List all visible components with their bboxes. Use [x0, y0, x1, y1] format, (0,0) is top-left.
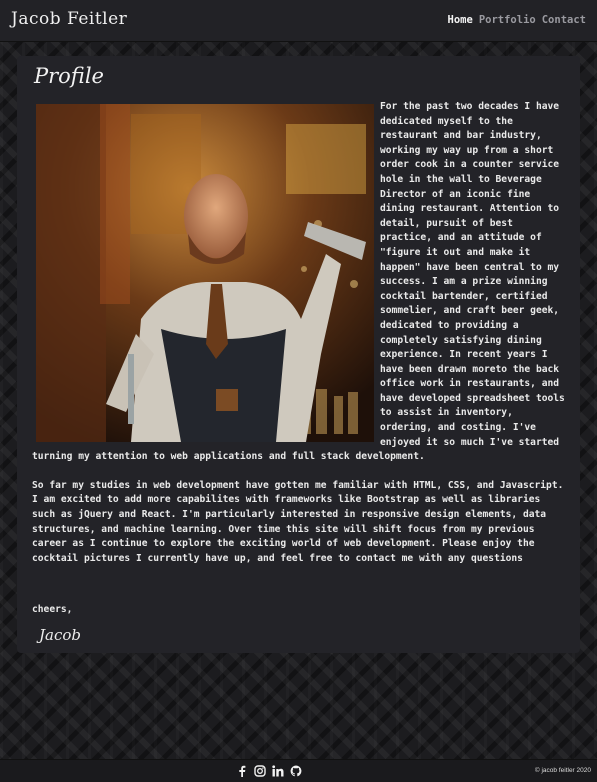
navbar: Jacob Feitler Home Portfolio Contact	[0, 0, 597, 42]
nav-portfolio[interactable]: Portfolio	[479, 14, 536, 26]
nav-home[interactable]: Home	[448, 14, 473, 26]
instagram-icon[interactable]	[254, 764, 266, 777]
profile-title: Profile	[34, 64, 104, 88]
social-links	[236, 764, 302, 777]
profile-card: Profile For the past two decades I have …	[17, 56, 580, 653]
github-icon[interactable]	[290, 764, 302, 777]
profile-paragraph-2: So far my studies in web development hav…	[32, 479, 564, 564]
nav-contact[interactable]: Contact	[542, 14, 586, 26]
facebook-icon[interactable]	[236, 764, 248, 777]
footer: © jacob feitler 2020	[0, 759, 597, 782]
linkedin-icon[interactable]	[272, 764, 284, 777]
closing-text: cheers,	[32, 604, 73, 615]
nav-links: Home Portfolio Contact	[448, 14, 586, 26]
signature: Jacob	[39, 626, 81, 644]
copyright: © jacob feitler 2020	[534, 767, 591, 774]
bartender-photo	[36, 104, 374, 442]
brand-logo[interactable]: Jacob Feitler	[11, 9, 127, 29]
